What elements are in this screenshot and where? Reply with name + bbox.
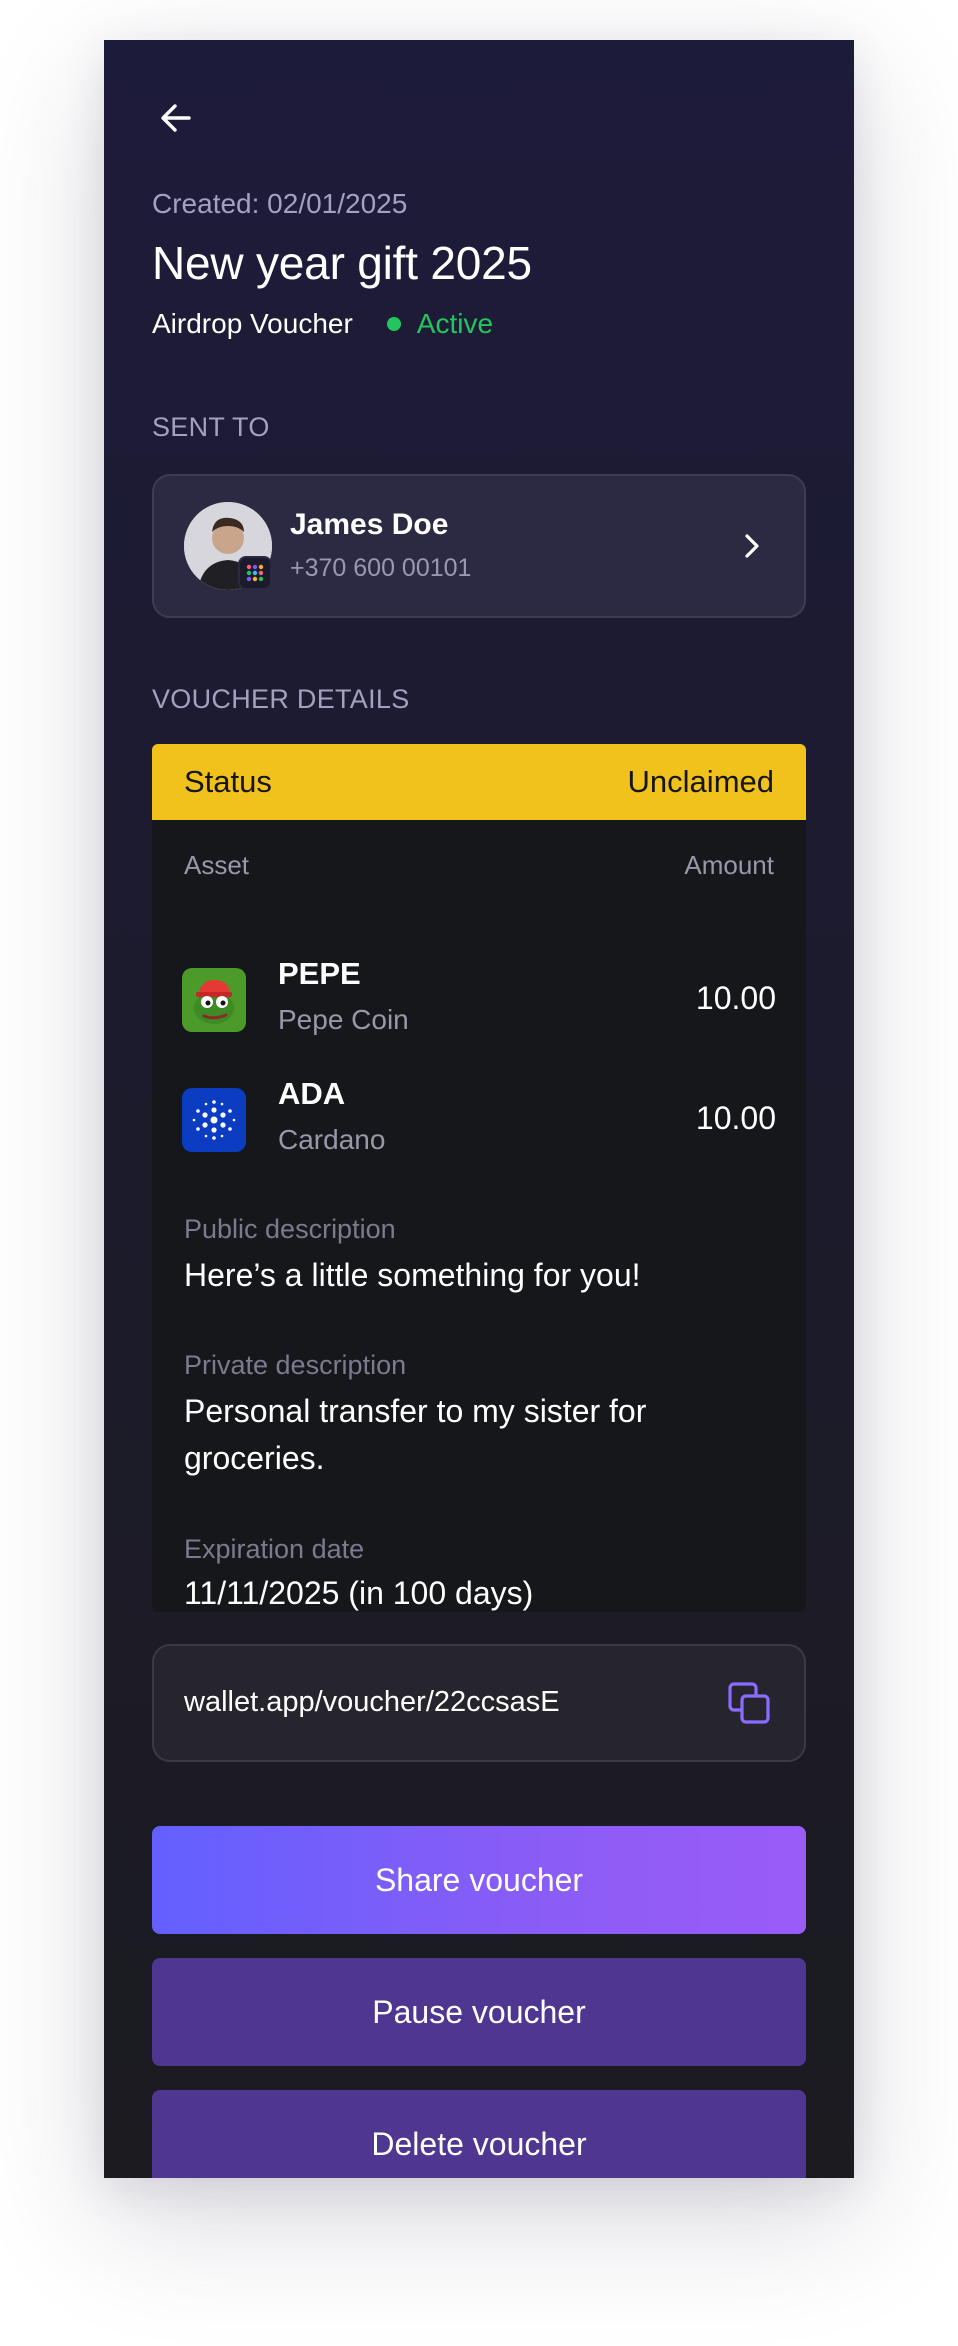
- private-description: Personal transfer to my sister for groce…: [184, 1393, 647, 1476]
- voucher-detail-screen: Created: 02/01/2025 New year gift 2025 A…: [104, 40, 854, 2178]
- recipient-name: James Doe: [290, 508, 449, 541]
- created-date: Created: 02/01/2025: [152, 188, 408, 219]
- page-title: New year gift 2025: [152, 237, 532, 289]
- status-value: Unclaimed: [627, 764, 774, 799]
- asset-row: PEPE Pepe Coin 10.00: [182, 956, 776, 1035]
- status-dot: [386, 317, 401, 331]
- voucher-link-field[interactable]: wallet.app/voucher/22ccsasE: [152, 1644, 806, 1762]
- pause-voucher-button[interactable]: Pause voucher: [152, 1958, 806, 2066]
- asset-symbol: PEPE: [278, 956, 361, 991]
- asset-name: Pepe Coin: [278, 1004, 409, 1035]
- share-voucher-button[interactable]: Share voucher: [152, 1826, 806, 1934]
- asset-column-header: Asset: [184, 850, 250, 880]
- voucher-type: Airdrop Voucher: [152, 308, 353, 339]
- asset-amount: 10.00: [695, 1100, 776, 1136]
- pepe-icon: [182, 968, 246, 1032]
- status-bar: Status Unclaimed: [152, 744, 806, 820]
- cardano-icon: [182, 1088, 246, 1152]
- status-label: Status: [184, 764, 272, 799]
- voucher-link[interactable]: wallet.app/voucher/22ccsasE: [184, 1686, 560, 1719]
- copy-icon: [728, 1682, 770, 1724]
- expiration-date: 11/11/2025 (in 100 days): [184, 1575, 534, 1611]
- voucher-subline: Airdrop Voucher Active: [152, 308, 493, 340]
- asset-row: ADA Cardano 10.00: [182, 1076, 776, 1155]
- voucher-details-label: VOUCHER DETAILS: [152, 684, 410, 714]
- sent-to-label: SENT TO: [152, 412, 270, 442]
- asset-amount: 10.00: [695, 980, 776, 1016]
- public-description: Here’s a little something for you!: [184, 1257, 641, 1293]
- chevron-right-icon: [736, 530, 768, 562]
- private-description-label: Private description: [184, 1350, 407, 1380]
- amount-column-header: Amount: [684, 850, 774, 880]
- asset-name: Cardano: [278, 1124, 386, 1155]
- app-badge-icon: [238, 556, 272, 590]
- voucher-details-card: Status Unclaimed Asset Amount PEPE Pepe …: [152, 744, 806, 1612]
- recipient-phone: +370 600 00101: [290, 554, 472, 582]
- recipient-card[interactable]: James Doe +370 600 00101: [152, 474, 806, 618]
- public-description-label: Public description: [184, 1214, 396, 1244]
- status-badge: Active: [416, 308, 494, 339]
- arrow-left-icon: [161, 104, 191, 132]
- delete-voucher-button[interactable]: Delete voucher: [152, 2090, 806, 2178]
- asset-symbol: ADA: [278, 1076, 346, 1111]
- expiration-date-label: Expiration date: [184, 1534, 365, 1564]
- copy-button[interactable]: [726, 1680, 774, 1728]
- back-button[interactable]: [152, 94, 200, 142]
